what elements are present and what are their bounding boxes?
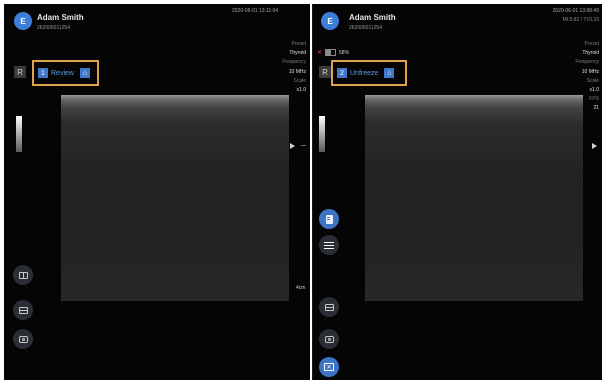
split-icon: [324, 303, 334, 311]
book-button[interactable]: [13, 265, 33, 285]
battery-status: ✕ 58%: [317, 49, 349, 56]
ultrasound-image[interactable]: [61, 95, 289, 301]
split-view-button[interactable]: [13, 300, 33, 320]
app-logo[interactable]: E: [321, 12, 339, 30]
orientation-label: R: [14, 66, 26, 78]
book-icon: [18, 271, 28, 279]
parameter-list: Preset Thyroid Frequency 10 MHz Scale x1…: [282, 40, 306, 95]
orientation-label: R: [319, 66, 331, 78]
alert-icon: ✕: [317, 50, 323, 56]
exit-button[interactable]: ✕: [319, 357, 339, 377]
param-label-preset: Preset: [291, 41, 306, 47]
mode-label: Unfreeze: [350, 69, 379, 77]
left-panel: E Adam Smith 262006011254 2020-06-01 13:…: [4, 4, 310, 380]
grayscale-bar: [319, 116, 325, 152]
focus-marker-icon[interactable]: [290, 143, 295, 149]
param-label-scale: Scale: [586, 77, 599, 84]
document-button[interactable]: [319, 209, 339, 229]
mode-number: 1: [38, 68, 48, 78]
param-value-scale: x1.0: [296, 87, 306, 94]
menu-button[interactable]: [319, 235, 339, 255]
lock-icon[interactable]: ⌂: [384, 68, 395, 78]
depth-label: 4cm: [296, 285, 306, 291]
patient-id: 262006011254: [349, 25, 382, 31]
grayscale-bar: [16, 116, 22, 152]
battery-icon: [325, 49, 337, 56]
param-label-scale: Scale: [293, 77, 306, 84]
param-label-frequency: Frequency: [575, 59, 599, 66]
datetime: 2020-06-01 13:08:49: [552, 8, 599, 14]
split-icon: [18, 306, 28, 314]
review-mode-box[interactable]: 1 Review ⌂: [32, 60, 99, 86]
mode-number: 2: [337, 68, 347, 78]
camera-button[interactable]: [319, 329, 339, 349]
logo-text: E: [327, 16, 333, 26]
split-view-button[interactable]: [319, 297, 339, 317]
battery-percent: 58%: [339, 49, 350, 56]
param-value-frequency: 10 MHz: [581, 68, 599, 75]
patient-name: Adam Smith: [349, 13, 396, 22]
param-value-preset: Thyroid: [582, 50, 599, 57]
menu-lines-icon: [324, 241, 334, 249]
param-value-scale: x1.0: [589, 87, 599, 94]
focus-marker-icon[interactable]: [592, 143, 597, 149]
param-label-preset: Preset: [584, 41, 599, 47]
lock-icon[interactable]: ⌂: [79, 68, 90, 78]
param-value-preset: Thyroid: [289, 50, 306, 57]
right-panel: E Adam Smith 262006011254 2020-06-01 13:…: [312, 4, 602, 380]
focus-marker-line: [301, 145, 306, 146]
app-logo[interactable]: E: [14, 12, 32, 30]
patient-id: 262006011254: [37, 25, 70, 31]
ultrasound-image[interactable]: [365, 95, 583, 301]
datetime: 2020-06-01 13:11:04: [232, 8, 279, 14]
exit-icon: ✕: [324, 363, 334, 371]
mode-label: Review: [51, 69, 74, 77]
patient-name: Adam Smith: [37, 13, 84, 22]
unfreeze-mode-box[interactable]: 2 Unfreeze ⌂: [331, 60, 407, 86]
camera-button[interactable]: [13, 329, 33, 349]
param-value-frequency: 10 MHz: [288, 68, 306, 75]
camera-icon: [18, 335, 28, 343]
logo-text: E: [20, 16, 26, 26]
camera-icon: [324, 335, 334, 343]
mi-ti-readout: MI:0.82 / TI:0.33: [562, 17, 599, 23]
param-label-frequency: Frequency: [282, 59, 306, 66]
document-icon: [325, 214, 333, 224]
